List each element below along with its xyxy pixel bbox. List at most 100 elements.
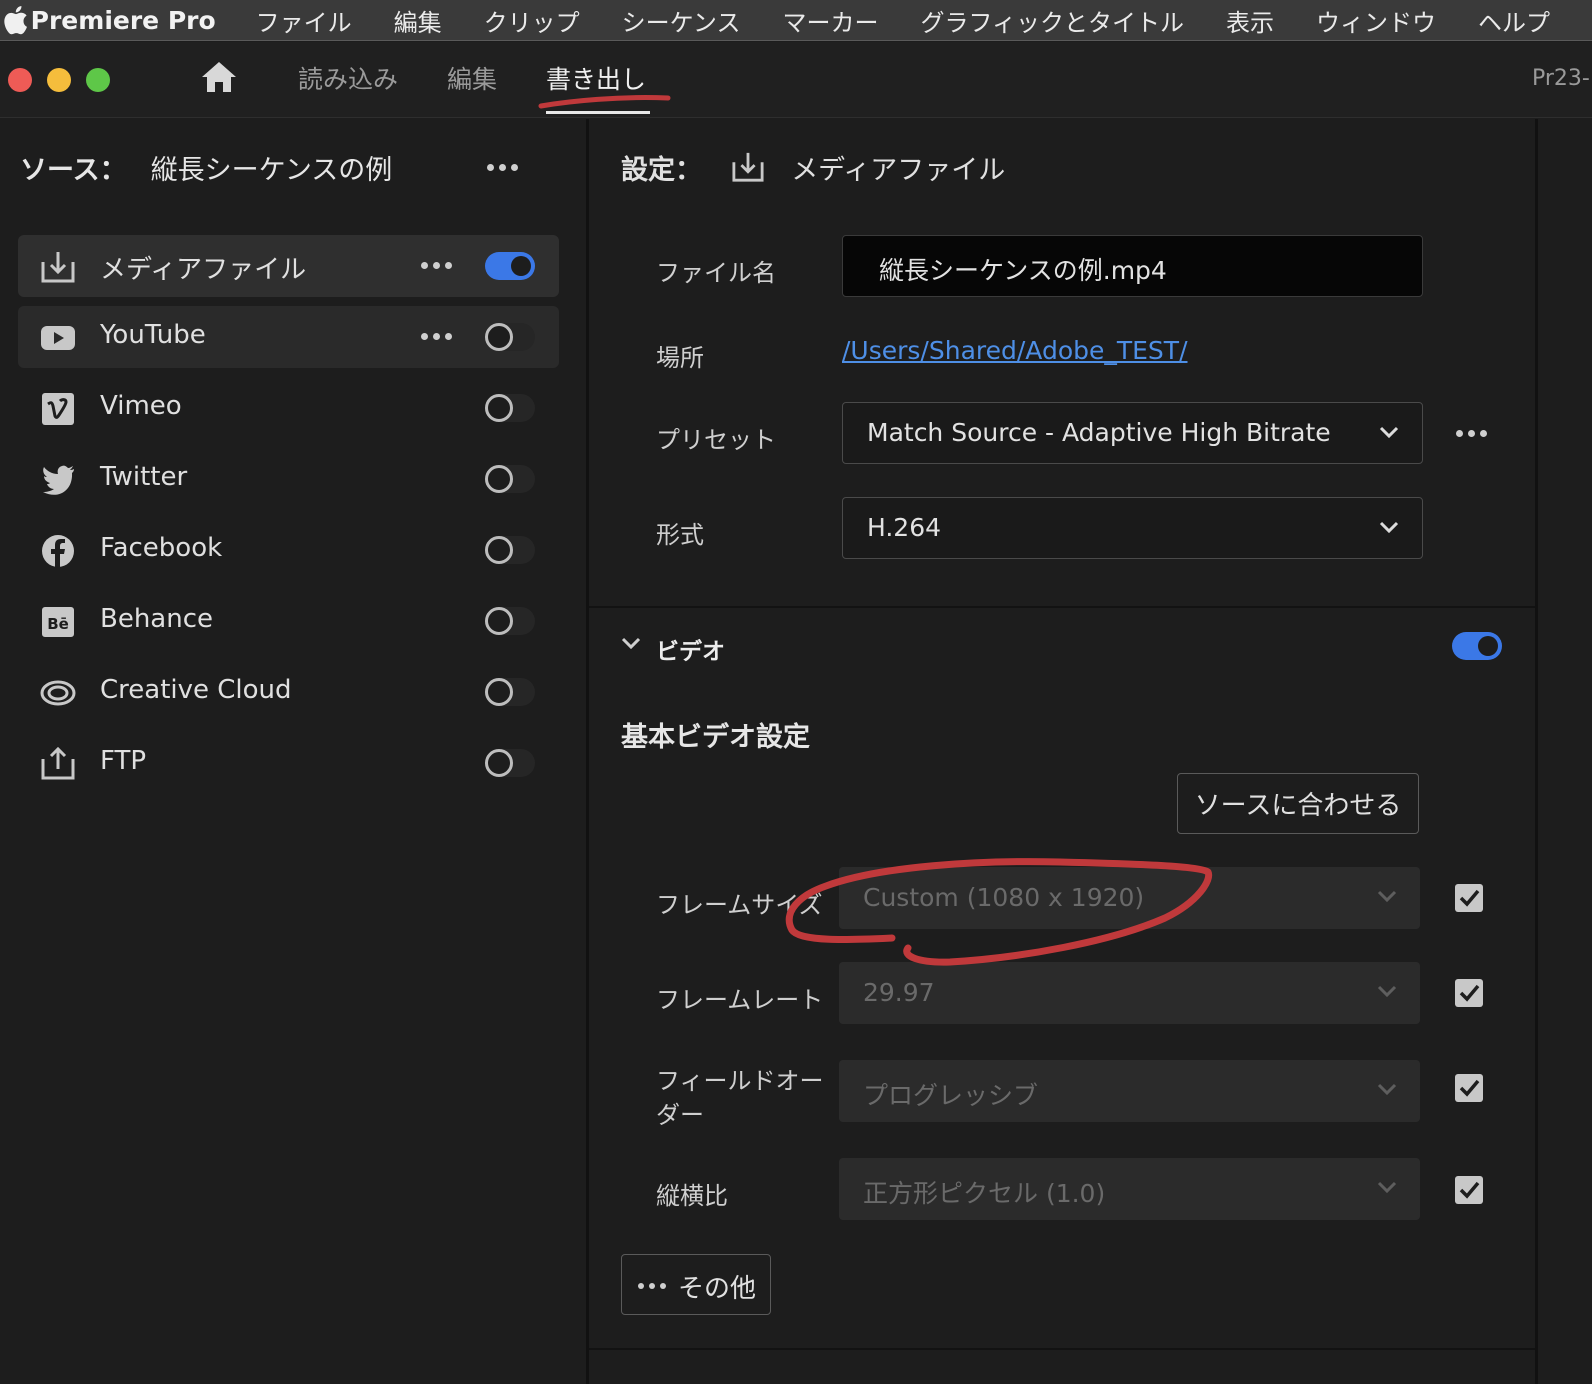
close-window-button[interactable] (8, 68, 32, 92)
svg-text:Bē: Bē (47, 615, 69, 633)
destination-label: メディアファイル (100, 255, 307, 285)
more-settings-button[interactable]: その他 (621, 1254, 771, 1315)
section-divider (589, 606, 1535, 608)
frame-rate-match-checkbox[interactable] (1455, 979, 1483, 1007)
match-source-button[interactable]: ソースに合わせる (1177, 773, 1419, 834)
settings-header: 設定： メディアファイル (621, 148, 1005, 187)
menu-window[interactable]: ウィンドウ (1316, 3, 1436, 38)
destination-ftp[interactable]: FTP (18, 732, 559, 794)
ellipsis-icon (638, 1283, 666, 1289)
menu-view[interactable]: 表示 (1226, 3, 1274, 38)
behance-toggle[interactable] (485, 607, 535, 635)
youtube-toggle[interactable] (485, 323, 535, 351)
destination-youtube[interactable]: YouTube (18, 306, 559, 368)
aspect-value: 正方形ピクセル (1.0) (863, 1179, 1106, 1208)
tab-export[interactable]: 書き出し (546, 60, 646, 96)
filename-input[interactable]: 縦長シーケンスの例.mp4 (842, 235, 1423, 297)
app-name[interactable]: Premiere Pro (31, 6, 216, 35)
destination-media-file[interactable]: メディアファイル (18, 235, 559, 297)
section-divider (589, 1348, 1535, 1350)
destination-behance[interactable]: Bē Behance (18, 590, 559, 652)
twitter-icon (43, 465, 74, 495)
field-order-dropdown[interactable]: プログレッシブ (839, 1060, 1420, 1122)
preset-label: プリセット (656, 426, 776, 454)
zoom-window-button[interactable] (86, 68, 110, 92)
settings-target: メディアファイル (791, 155, 1006, 186)
destination-facebook[interactable]: Facebook (18, 519, 559, 581)
media-file-toggle[interactable] (485, 252, 535, 280)
field-order-value: プログレッシブ (863, 1081, 1039, 1110)
frame-size-dropdown[interactable]: Custom (1080 x 1920) (839, 867, 1420, 929)
workspace-bar (0, 42, 1592, 118)
destination-label: Vimeo (100, 391, 182, 421)
facebook-icon (42, 535, 74, 567)
video-toggle[interactable] (1452, 632, 1502, 660)
frame-rate-value: 29.97 (863, 978, 935, 1007)
menu-help[interactable]: ヘルプ (1478, 3, 1550, 38)
vimeo-icon (42, 393, 74, 425)
menu-file[interactable]: ファイル (256, 3, 352, 38)
destination-label: Twitter (100, 462, 188, 492)
chevron-down-icon (1377, 985, 1397, 998)
aspect-label: 縦横比 (656, 1182, 728, 1210)
basic-video-settings-title: 基本ビデオ設定 (621, 722, 810, 753)
export-icon (41, 252, 75, 283)
destination-label: Creative Cloud (100, 675, 292, 705)
filename-value: 縦長シーケンスの例.mp4 (879, 256, 1167, 285)
ftp-toggle[interactable] (485, 749, 535, 777)
vimeo-toggle[interactable] (485, 394, 535, 422)
location-link[interactable]: /Users/Shared/Adobe_TEST/ (842, 336, 1188, 365)
more-settings-label: その他 (678, 1274, 757, 1304)
menu-bar: Premiere Pro ファイル 編集 クリップ シーケンス マーカー グラフ… (0, 0, 1592, 41)
preset-dropdown[interactable]: Match Source - Adaptive High Bitrate (842, 402, 1423, 464)
frame-rate-label: フレームレート (656, 986, 824, 1014)
project-name: Pr23- (1532, 66, 1590, 91)
youtube-icon (41, 326, 75, 350)
destination-creative-cloud[interactable]: Creative Cloud (18, 661, 559, 723)
field-order-match-checkbox[interactable] (1455, 1074, 1483, 1102)
video-section-title[interactable]: ビデオ (656, 632, 725, 666)
menu-sequence[interactable]: シーケンス (622, 3, 741, 38)
aspect-match-checkbox[interactable] (1455, 1176, 1483, 1204)
field-order-label-cont: ダー (656, 1101, 704, 1129)
tab-import[interactable]: 読み込み (298, 60, 398, 96)
aspect-dropdown[interactable]: 正方形ピクセル (1.0) (839, 1158, 1420, 1220)
destination-vimeo[interactable]: Vimeo (18, 377, 559, 439)
format-label: 形式 (656, 521, 704, 549)
source-menu-icon[interactable] (487, 164, 518, 171)
active-tab-indicator (546, 111, 650, 114)
format-dropdown[interactable]: H.264 (842, 497, 1423, 559)
frame-rate-dropdown[interactable]: 29.97 (839, 962, 1420, 1024)
format-value: H.264 (867, 513, 942, 542)
menu-edit[interactable]: 編集 (394, 3, 442, 38)
export-icon (732, 152, 764, 182)
menu-marker[interactable]: マーカー (782, 3, 878, 38)
menu-clip[interactable]: クリップ (484, 3, 580, 38)
home-icon[interactable] (200, 60, 238, 98)
panel-edge (1535, 119, 1538, 1384)
source-name: 縦長シーケンスの例 (150, 155, 393, 186)
panel-divider[interactable] (586, 119, 589, 1384)
chevron-down-icon (1377, 890, 1397, 903)
facebook-toggle[interactable] (485, 536, 535, 564)
collapse-chevron-icon[interactable] (620, 634, 642, 654)
settings-label: 設定： (621, 155, 702, 186)
minimize-window-button[interactable] (47, 68, 71, 92)
twitter-toggle[interactable] (485, 465, 535, 493)
more-options-icon[interactable] (421, 333, 452, 340)
creative-cloud-toggle[interactable] (485, 678, 535, 706)
apple-icon[interactable] (0, 5, 31, 35)
destination-twitter[interactable]: Twitter (18, 448, 559, 510)
preset-menu-icon[interactable] (1456, 430, 1487, 437)
tab-edit[interactable]: 編集 (447, 60, 497, 96)
field-order-label: フィールドオー (656, 1067, 824, 1095)
frame-size-match-checkbox[interactable] (1455, 884, 1483, 912)
destination-label: Facebook (100, 533, 223, 563)
filename-label: ファイル名 (656, 259, 776, 287)
upload-icon (41, 747, 75, 780)
more-options-icon[interactable] (421, 262, 452, 269)
creative-cloud-icon (40, 680, 76, 706)
chevron-down-icon (1377, 1083, 1397, 1096)
menu-graphics[interactable]: グラフィックとタイトル (920, 3, 1184, 38)
frame-size-value: Custom (1080 x 1920) (863, 883, 1145, 912)
